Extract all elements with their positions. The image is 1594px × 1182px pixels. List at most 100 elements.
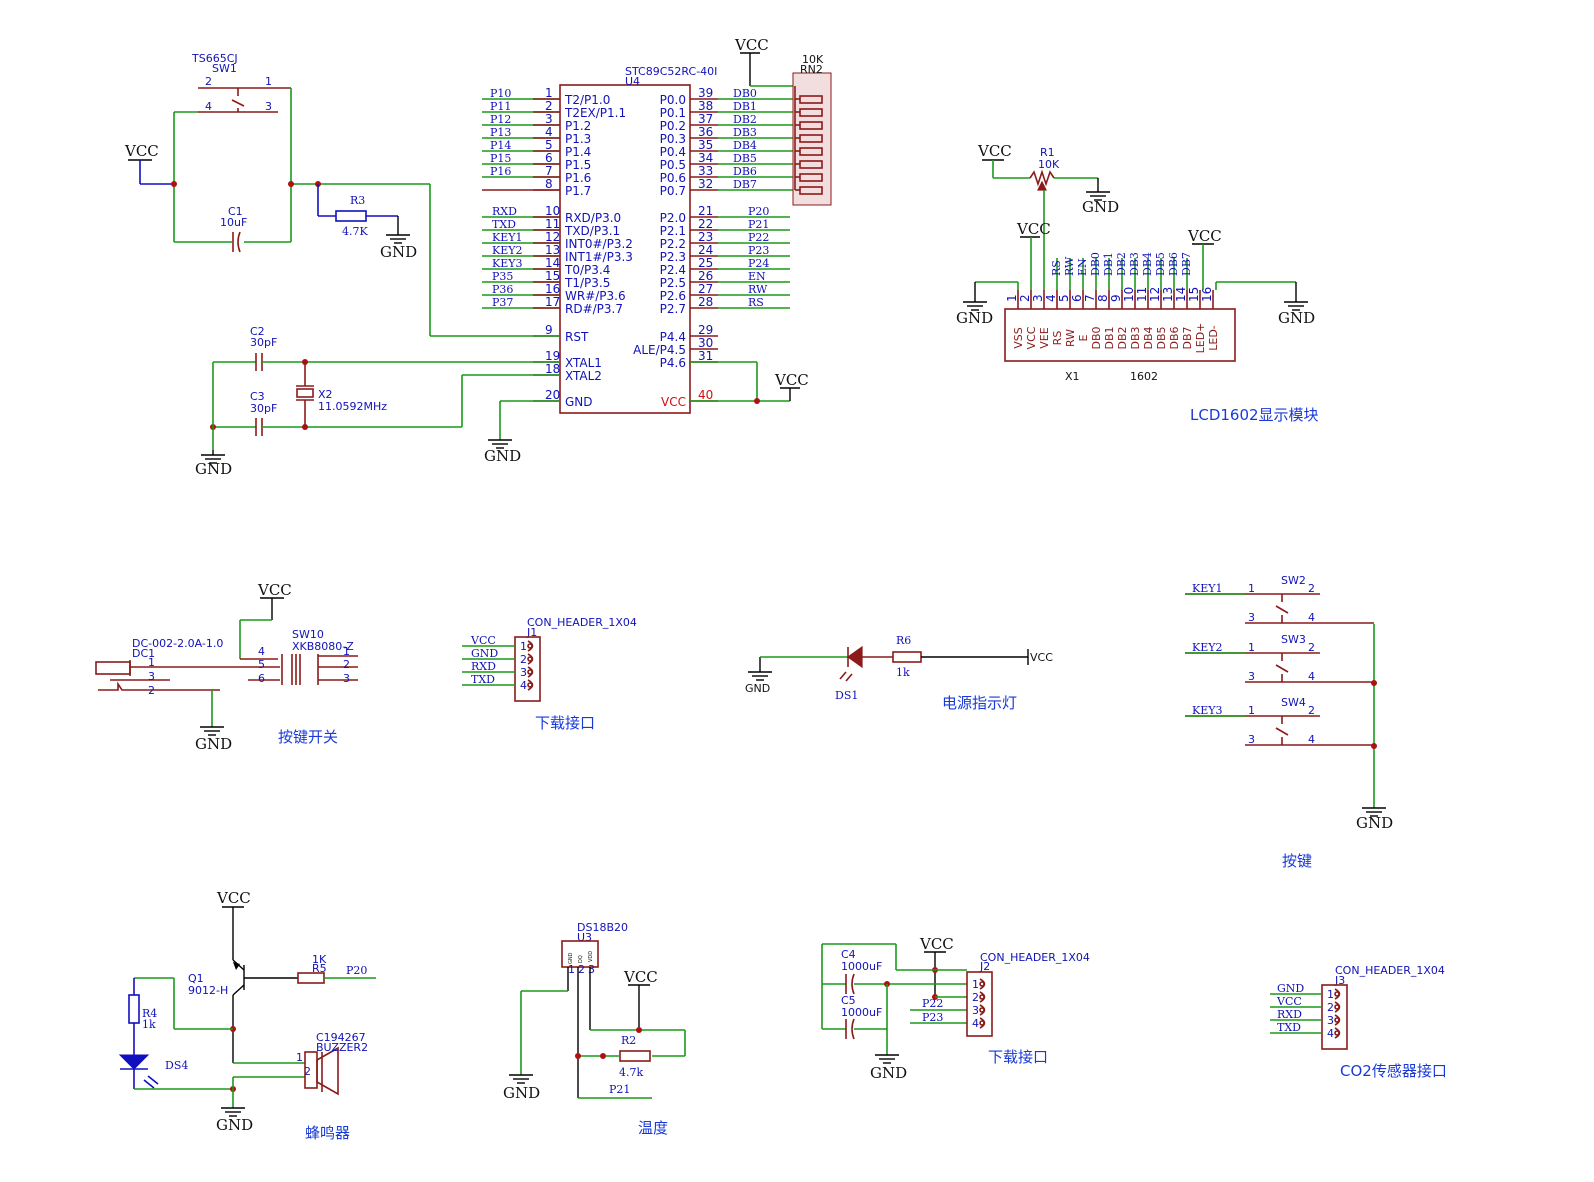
header-pin-num: 4 bbox=[1327, 1027, 1334, 1040]
mcu-pin-num: 24 bbox=[698, 243, 713, 257]
j1-title: 下载接口 bbox=[535, 714, 595, 732]
lcd-pin-name: VSS bbox=[1012, 327, 1025, 349]
mcu-pin-num: 6 bbox=[545, 151, 553, 165]
lcd-pin-name: DB0 bbox=[1090, 326, 1103, 349]
mcu-net-label: P37 bbox=[492, 296, 513, 309]
vcc-label-sw10: VCC bbox=[257, 581, 292, 599]
mcu-pin-name: P1.6 bbox=[565, 171, 591, 185]
lcd-pin-num: 13 bbox=[1161, 287, 1175, 302]
svg-text:3: 3 bbox=[148, 670, 155, 683]
mcu-pin-name: P4.4 bbox=[660, 330, 686, 344]
mcu-net-label: DB3 bbox=[733, 126, 757, 139]
lcd-part: 1602 bbox=[1130, 370, 1158, 383]
mcu-pin-num: 11 bbox=[545, 217, 560, 231]
mcu-pin-num: 34 bbox=[698, 151, 713, 165]
mcu-net-label: P20 bbox=[748, 205, 769, 218]
gnd-label-r3: GND bbox=[380, 243, 417, 261]
keys-block: SW2KEY1 1 23 4SW3KEY2 1 23 4SW4KEY3 1 23 4 GND 按键 bbox=[1185, 574, 1393, 870]
lcd-pin-num: 12 bbox=[1148, 287, 1162, 302]
lcd-pin-num: 5 bbox=[1057, 294, 1071, 302]
mcu-pin-num: 25 bbox=[698, 256, 713, 270]
lcd-pin-name: DB2 bbox=[1116, 326, 1129, 349]
mcu-net-label: P14 bbox=[490, 139, 511, 152]
svg-text:1: 1 bbox=[1248, 641, 1255, 654]
mcu-net-label: KEY1 bbox=[492, 231, 523, 244]
temp-title: 温度 bbox=[638, 1119, 668, 1137]
gnd-label-dc1: GND bbox=[195, 735, 232, 753]
mcu-pin-name: P2.1 bbox=[660, 224, 686, 238]
c3-value: 30pF bbox=[250, 402, 277, 415]
lcd-net-label: RS bbox=[1050, 260, 1063, 276]
lcd-pin-num: 10 bbox=[1122, 287, 1136, 302]
svg-text:VDD: VDD bbox=[588, 951, 594, 962]
vcc-label-q1: VCC bbox=[216, 889, 251, 907]
key-designator: SW3 bbox=[1281, 633, 1306, 646]
lcd-pin-name: DB1 bbox=[1103, 326, 1116, 349]
ds4-designator: DS4 bbox=[165, 1059, 188, 1072]
svg-text:1: 1 bbox=[568, 963, 575, 976]
c1-value: 10uF bbox=[220, 216, 247, 229]
mcu-net-label: EN bbox=[748, 270, 766, 283]
mcu-pin-num: 1 bbox=[545, 86, 553, 100]
mcu-pin-name: P1.7 bbox=[565, 184, 591, 198]
lcd-net-label: DB0 bbox=[1089, 252, 1102, 276]
mcu-net-label: DB6 bbox=[733, 165, 757, 178]
lcd-pin-name: LED+ bbox=[1194, 323, 1207, 354]
mcu-pin-num: 33 bbox=[698, 164, 713, 178]
mcu-net-label: P15 bbox=[490, 152, 511, 165]
vcc-label-u3: VCC bbox=[623, 968, 658, 986]
lcd-pin-num: 9 bbox=[1109, 294, 1123, 302]
mcu-right-pins: DB0 39 P0.0 DB1 38 P0.1 DB2 37 P0.2 DB3 36 P0.3 DB4 3… bbox=[633, 86, 795, 409]
mcu-designator: U4 bbox=[625, 75, 640, 88]
mcu-net-label: KEY2 bbox=[492, 244, 523, 257]
mcu-pin-num: 12 bbox=[545, 230, 560, 244]
mcu-pin-name: TXD/P3.1 bbox=[564, 224, 620, 238]
r6-designator: R6 bbox=[896, 634, 911, 647]
header-pin-num: 1 bbox=[972, 978, 979, 991]
lcd-net-label: EN bbox=[1076, 258, 1089, 276]
vcc-label-lcd15: VCC bbox=[1187, 227, 1222, 245]
header-net-label: RXD bbox=[471, 660, 496, 673]
mcu-pin-name: P2.7 bbox=[660, 302, 686, 316]
lcd-pin-num: 14 bbox=[1174, 287, 1188, 302]
lcd-title: LCD1602显示模块 bbox=[1190, 406, 1319, 424]
mcu-net-label: P21 bbox=[748, 218, 769, 231]
temp-net: P21 bbox=[609, 1083, 630, 1096]
mcu-net-label: P22 bbox=[748, 231, 769, 244]
mcu-pin-name: T1/P3.5 bbox=[564, 276, 610, 290]
svg-text:1: 1 bbox=[296, 1051, 303, 1064]
lcd-pin-name: RW bbox=[1064, 329, 1077, 347]
svg-text:4: 4 bbox=[205, 100, 212, 113]
mcu-pin-num: 5 bbox=[545, 138, 553, 152]
svg-text:2: 2 bbox=[148, 684, 155, 697]
mcu-left-pins: P10 1 T2/P1.0 P11 2 T2EX/P1.1 P12 3 P1.2 P13 4 P1.3… bbox=[482, 86, 633, 409]
svg-text:2: 2 bbox=[1308, 582, 1315, 595]
mcu-pin-name: P0.7 bbox=[660, 184, 686, 198]
header-j3: CON_HEADER_1X04 J3 GND 1VCC 2RXD 3TXD 4 CO2传… bbox=[1270, 964, 1447, 1080]
mcu-net-label: RS bbox=[748, 296, 764, 309]
lcd-pin-name: DB7 bbox=[1181, 326, 1194, 349]
j3-title: CO2传感器接口 bbox=[1340, 1062, 1447, 1080]
gnd-label-lcd1: GND bbox=[956, 309, 993, 327]
svg-text:3: 3 bbox=[1248, 670, 1255, 683]
j2-title: 下载接口 bbox=[988, 1048, 1048, 1066]
x2-value: 11.0592MHz bbox=[318, 400, 387, 413]
lcd-pin-num: 7 bbox=[1083, 294, 1097, 302]
schematic-canvas: STC89C52RC-40I U4 P10 1 T2/P1.0P11 2 T2EX/P1… bbox=[95, 36, 1447, 1142]
gnd-label-buzzer: GND bbox=[216, 1116, 253, 1134]
lcd-pin-name: DB5 bbox=[1155, 326, 1168, 349]
header-pin-num: 4 bbox=[520, 679, 527, 692]
key-net: KEY3 bbox=[1192, 704, 1223, 717]
svg-text:3: 3 bbox=[265, 100, 272, 113]
mcu-pin-name: P2.0 bbox=[660, 211, 686, 225]
lcd-pin-name: E bbox=[1077, 334, 1090, 341]
header-net-label: VCC bbox=[1276, 995, 1302, 1008]
svg-text:6: 6 bbox=[258, 672, 265, 685]
mcu-pin-num: 13 bbox=[545, 243, 560, 257]
lcd-pin-name: DB4 bbox=[1142, 326, 1155, 349]
gnd-label-keys: GND bbox=[1356, 814, 1393, 832]
header-pin-num: 3 bbox=[972, 1004, 979, 1017]
vcc-label-r1: VCC bbox=[977, 142, 1012, 160]
mcu-net-label: P35 bbox=[492, 270, 513, 283]
mcu-pin-num: 30 bbox=[698, 336, 713, 350]
